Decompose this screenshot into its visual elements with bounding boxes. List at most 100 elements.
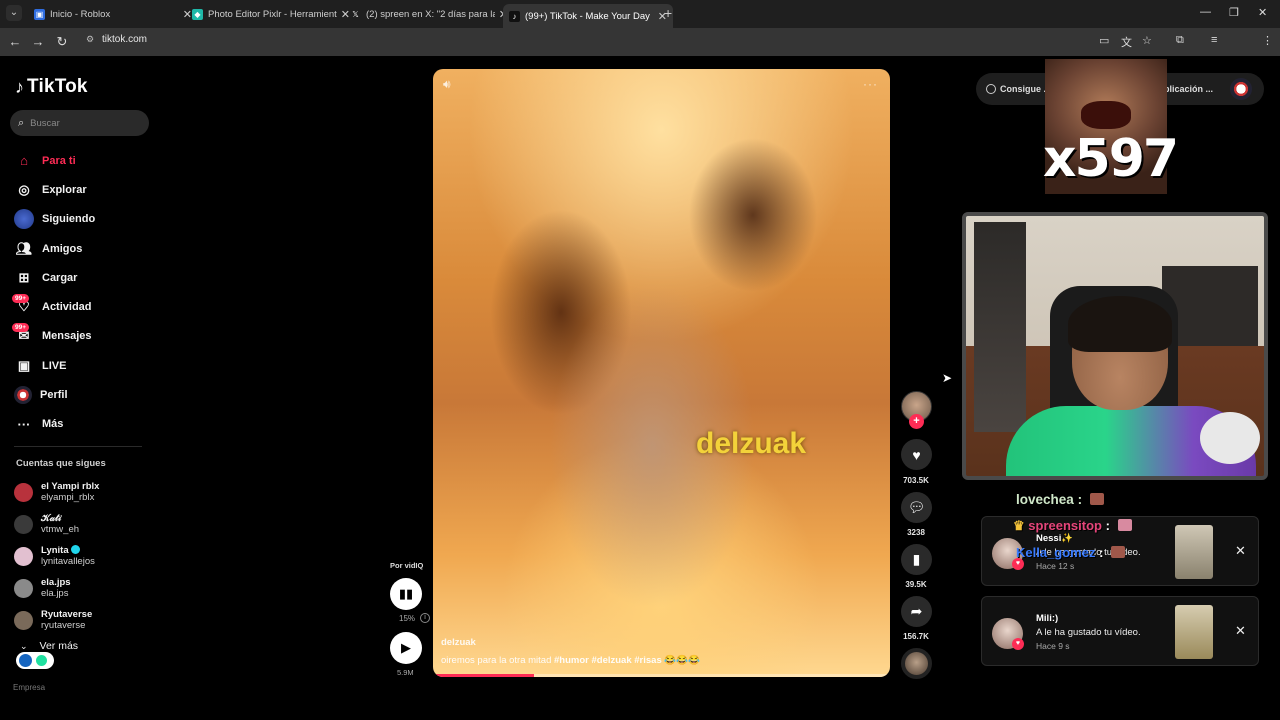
share-count: 156.7K bbox=[903, 632, 929, 641]
account-display-name: 𝒦𝒶𝓉𝒾 bbox=[41, 513, 62, 524]
search-icon: ⌕ bbox=[18, 116, 25, 129]
account-display-name: Lynita bbox=[41, 545, 69, 556]
sidebar-item-mensajes[interactable]: ✉ 99+ Mensajes bbox=[12, 322, 154, 351]
site-info-icon[interactable]: ⚙ bbox=[86, 34, 96, 45]
save-button[interactable]: ▮ bbox=[901, 544, 932, 575]
play-button[interactable]: ▶ bbox=[390, 632, 422, 664]
extension-status-icon bbox=[36, 655, 47, 666]
live-icon: ▣ bbox=[17, 357, 31, 373]
like-count: 703.5K bbox=[903, 476, 929, 485]
url-text: tiktok.com bbox=[102, 34, 148, 45]
browser-menu-icon[interactable]: ⋮ bbox=[1262, 34, 1273, 47]
see-more-button[interactable]: ⌄ Ver más bbox=[20, 640, 78, 652]
messages-badge: 99+ bbox=[12, 323, 30, 333]
video-caption: oiremos para la otra mitad #humor #delzu… bbox=[441, 655, 700, 666]
hashtag-link[interactable]: #risas bbox=[634, 655, 661, 666]
sidebar-item-label: LIVE bbox=[42, 359, 67, 372]
account-username: lynitavallejos bbox=[41, 556, 95, 567]
activity-icon: ♡ 99+ bbox=[12, 294, 34, 317]
search-box[interactable]: ⌕ bbox=[10, 110, 149, 136]
like-button[interactable]: ♥ bbox=[901, 439, 932, 470]
sidebar-item-label: Cargar bbox=[42, 271, 78, 284]
browser-tab-x[interactable]: 𝕏 (2) spreen en X: "2 días para la ✕ bbox=[344, 4, 514, 24]
sidebar-item-mas[interactable]: ··· Más bbox=[14, 410, 154, 439]
close-notification-icon[interactable]: ✕ bbox=[1235, 623, 1246, 639]
sidebar-item-live[interactable]: ▣ LIVE bbox=[14, 351, 154, 380]
user-avatar[interactable] bbox=[1230, 78, 1252, 100]
info-icon[interactable]: i bbox=[420, 613, 430, 623]
music-disc[interactable] bbox=[901, 648, 932, 679]
sidebar-item-label: Más bbox=[42, 418, 64, 431]
browser-tab-bar: ⌄ ▣ Inicio - Roblox ✕ ◆ Photo Editor Pix… bbox=[0, 0, 1280, 28]
following-account[interactable]: ela.jps ela.jps bbox=[14, 572, 154, 604]
tab-title: (2) spreen en X: "2 días para la bbox=[366, 8, 495, 20]
roblox-favicon-icon: ▣ bbox=[34, 8, 45, 20]
sidebar-item-actividad[interactable]: ♡ 99+ Actividad bbox=[12, 292, 154, 321]
sidebar-item-label: Explorar bbox=[42, 183, 87, 196]
sidebar-item-para-ti[interactable]: ⌂ Para ti bbox=[14, 146, 154, 175]
tab-search-button[interactable]: ⌄ bbox=[6, 5, 22, 21]
video-overlay-text: delzuak bbox=[696, 427, 807, 460]
compass-icon: ◎ bbox=[18, 181, 30, 197]
follow-plus-icon[interactable]: + bbox=[909, 414, 924, 429]
like-notification[interactable]: ♥ Mili:) A le ha gustado tu vídeo. Hace … bbox=[981, 596, 1259, 666]
back-icon[interactable]: ← bbox=[7, 34, 23, 49]
reading-list-icon[interactable]: ≡ bbox=[1211, 34, 1217, 46]
following-account[interactable]: 𝒦𝒶𝓉𝒾 vtmw_eh bbox=[14, 508, 154, 540]
extensions-icon[interactable]: ⧉ bbox=[1176, 34, 1184, 47]
comment-count: 3238 bbox=[907, 528, 925, 537]
tiktok-logo[interactable]: ♪ TikTok bbox=[15, 76, 88, 98]
notification-thumbnail[interactable] bbox=[1175, 525, 1213, 579]
friends-icon: 👥︎ bbox=[15, 240, 33, 256]
caption-emoji: 😂😂😂 bbox=[664, 655, 700, 666]
hashtag-link[interactable]: #humor bbox=[554, 655, 589, 666]
comment-button[interactable]: 💬︎ bbox=[901, 492, 932, 523]
extension-pill[interactable] bbox=[16, 652, 54, 669]
browser-tab-roblox[interactable]: ▣ Inicio - Roblox ✕ bbox=[28, 4, 198, 24]
hashtag-link[interactable]: #delzuak bbox=[591, 655, 631, 666]
view-count: 5.9M bbox=[397, 668, 414, 677]
notification-thumbnail[interactable] bbox=[1175, 605, 1213, 659]
account-username: ryutaverse bbox=[41, 620, 86, 631]
forward-icon[interactable]: → bbox=[30, 34, 46, 49]
heart-badge-icon: ♥ bbox=[1012, 638, 1024, 650]
tab-title: (99+) TikTok - Make Your Day bbox=[525, 10, 650, 22]
following-account[interactable]: el Yampi rblx elyampi_rblx bbox=[14, 476, 154, 508]
close-notification-icon[interactable]: ✕ bbox=[1235, 543, 1246, 559]
more-icon: ··· bbox=[17, 416, 31, 432]
video-progress-bar[interactable] bbox=[433, 674, 890, 677]
chat-emote-icon bbox=[1117, 519, 1132, 531]
more-options-icon[interactable]: ··· bbox=[863, 77, 878, 91]
footer-link[interactable]: Empresa bbox=[13, 683, 45, 692]
following-account[interactable]: Ryutaverse ryutaverse bbox=[14, 604, 154, 636]
video-player[interactable]: 🔊︎ ··· delzuak delzuak oiremos para la o… bbox=[433, 69, 890, 677]
vidiq-label: Por vidIQ bbox=[390, 561, 424, 570]
close-window-icon[interactable]: ✕ bbox=[1258, 6, 1267, 19]
share-button[interactable]: ➦ bbox=[901, 596, 932, 627]
new-tab-icon[interactable]: + bbox=[664, 5, 678, 21]
volume-icon[interactable]: 🔊︎ bbox=[443, 77, 451, 92]
browser-tab-tiktok[interactable]: ♪ (99+) TikTok - Make Your Day ✕ bbox=[503, 4, 673, 28]
sidebar-item-perfil[interactable]: Perfil bbox=[14, 380, 154, 409]
sidebar-item-cargar[interactable]: ⊞ Cargar bbox=[14, 263, 154, 292]
video-author[interactable]: delzuak bbox=[441, 637, 476, 648]
pixlr-favicon-icon: ◆ bbox=[192, 8, 203, 20]
sidebar-item-amigos[interactable]: 👥︎ Amigos bbox=[14, 234, 154, 263]
vidiq-stats-button[interactable]: ▮▮ bbox=[390, 578, 422, 610]
url-field[interactable]: ⚙ tiktok.com bbox=[86, 34, 147, 45]
browser-tab-pixlr[interactable]: ◆ Photo Editor Pixlr - Herramienta ✕ bbox=[186, 4, 356, 24]
cast-icon[interactable]: ▭ bbox=[1099, 34, 1109, 47]
avatar bbox=[14, 514, 33, 534]
translate-icon[interactable]: 文 bbox=[1121, 34, 1132, 50]
restore-icon[interactable]: ❐ bbox=[1229, 6, 1239, 19]
save-count: 39.5K bbox=[905, 580, 927, 589]
bookmark-star-icon[interactable]: ☆ bbox=[1142, 34, 1152, 47]
minimize-icon[interactable]: — bbox=[1200, 6, 1211, 18]
following-account[interactable]: Lynita lynitavallejos bbox=[14, 540, 154, 572]
reload-icon[interactable]: ↻ bbox=[54, 34, 70, 50]
chevron-down-icon: ⌄ bbox=[20, 641, 28, 651]
sidebar-item-explorar[interactable]: ◎ Explorar bbox=[14, 175, 154, 204]
search-input[interactable] bbox=[30, 117, 131, 129]
sidebar-item-label: Perfil bbox=[40, 389, 68, 402]
sidebar-item-siguiendo[interactable]: Siguiendo bbox=[14, 205, 154, 234]
